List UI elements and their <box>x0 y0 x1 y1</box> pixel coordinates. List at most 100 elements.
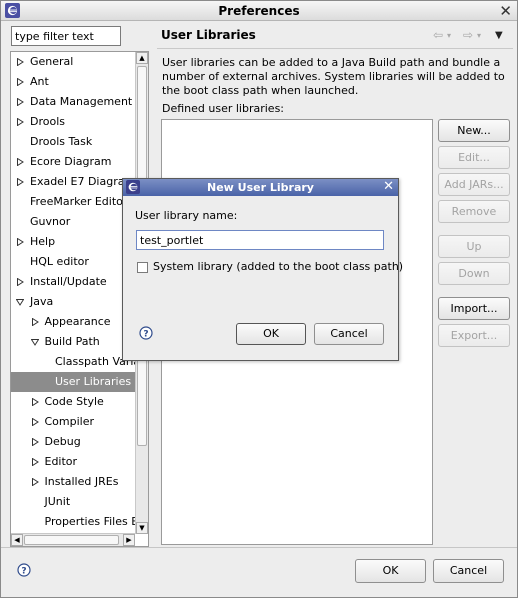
collapsed-arrow-icon[interactable] <box>16 178 24 186</box>
back-arrow-icon[interactable]: ⇦ <box>433 28 443 42</box>
up-button[interactable]: Up <box>438 235 510 258</box>
tree-item[interactable]: Build Path <box>11 332 135 352</box>
tree-item[interactable]: Exadel E7 Diagram <box>11 172 135 192</box>
collapsed-arrow-icon[interactable] <box>31 478 39 486</box>
page-description: User libraries can be added to a Java Bu… <box>162 56 505 97</box>
tree-item[interactable]: Debug <box>11 432 135 452</box>
system-library-checkbox[interactable] <box>137 262 148 273</box>
collapsed-arrow-icon[interactable] <box>16 118 24 126</box>
collapsed-arrow-icon[interactable] <box>16 98 24 106</box>
expanded-arrow-icon[interactable] <box>30 338 39 346</box>
system-library-label[interactable]: System library (added to the boot class … <box>153 260 403 273</box>
import-button[interactable]: Import... <box>438 297 510 320</box>
tree-item[interactable]: Installed JREs <box>11 472 135 492</box>
scroll-right-icon[interactable]: ▶ <box>123 534 135 546</box>
tree-item-label: Build Path <box>44 335 100 348</box>
dialog-ok-button[interactable]: OK <box>236 323 306 345</box>
tree-item-label: Drools Task <box>30 135 93 148</box>
new-button[interactable]: New... <box>438 119 510 142</box>
tree-item-label: User Libraries <box>55 375 132 388</box>
page-title: User Libraries <box>161 28 256 42</box>
library-name-input[interactable] <box>136 230 384 250</box>
view-menu-icon[interactable]: ▼ <box>495 30 503 41</box>
footer-separator <box>1 547 517 548</box>
defined-libraries-label: Defined user libraries: <box>162 102 285 115</box>
tree-item-label: Guvnor <box>30 215 71 228</box>
dialog-title: New User Library <box>207 181 314 194</box>
collapsed-arrow-icon[interactable] <box>31 438 39 446</box>
collapsed-arrow-icon[interactable] <box>31 418 39 426</box>
collapsed-arrow-icon[interactable] <box>16 158 24 166</box>
tree-item-label: Editor <box>44 455 78 468</box>
tree-item-label: FreeMarker Editor <box>30 195 128 208</box>
dialog-titlebar[interactable]: New User Library ✕ <box>123 179 398 196</box>
tree-item[interactable]: User Libraries <box>11 372 135 392</box>
tree-item-label: Debug <box>44 435 81 448</box>
tree-item[interactable]: Compiler <box>11 412 135 432</box>
tree-item-label: Drools <box>30 115 65 128</box>
tree-item[interactable]: Install/Update <box>11 272 135 292</box>
collapsed-arrow-icon[interactable] <box>31 458 39 466</box>
scroll-down-icon[interactable]: ▼ <box>136 522 148 534</box>
tree-item-label: Help <box>30 235 56 248</box>
tree-item-label: Properties Files Editor <box>44 515 136 528</box>
collapsed-arrow-icon[interactable] <box>16 238 24 246</box>
forward-menu-icon[interactable]: ▾ <box>477 31 481 40</box>
collapsed-arrow-icon[interactable] <box>31 318 39 326</box>
add-jars-button[interactable]: Add JARs... <box>438 173 510 196</box>
collapsed-arrow-icon[interactable] <box>16 78 24 86</box>
tree-item[interactable]: Guvnor <box>11 212 135 232</box>
tree-item-label: Code Style <box>44 395 104 408</box>
tree-item[interactable]: Appearance <box>11 312 135 332</box>
tree-item-label: HQL editor <box>30 255 89 268</box>
ok-button[interactable]: OK <box>355 559 426 583</box>
page-navigation: ⇦ ▾ ⇨ ▾ ▼ <box>433 28 511 44</box>
tree-item[interactable]: Properties Files Editor <box>11 512 136 532</box>
preferences-window: Preferences ✕ General Ant Data Management D… <box>0 0 518 598</box>
remove-button[interactable]: Remove <box>438 200 510 223</box>
tree-item-label: JUnit <box>44 495 71 508</box>
tree-item-label: Compiler <box>44 415 95 428</box>
expanded-arrow-icon[interactable] <box>16 298 24 306</box>
tree-item[interactable]: Data Management <box>11 92 135 112</box>
dialog-cancel-button[interactable]: Cancel <box>314 323 384 345</box>
scroll-up-icon[interactable]: ▲ <box>136 52 148 64</box>
dialog-close-icon[interactable]: ✕ <box>383 179 394 194</box>
tree-item-label: Installed JREs <box>44 475 119 488</box>
filter-input[interactable] <box>11 26 121 46</box>
tree-item[interactable]: Classpath Variables <box>11 352 135 372</box>
tree-item[interactable]: Ant <box>11 72 135 92</box>
window-close-icon[interactable]: ✕ <box>499 2 512 20</box>
tree-item[interactable]: HQL editor <box>11 252 135 272</box>
forward-arrow-icon[interactable]: ⇨ <box>463 28 473 42</box>
scroll-left-icon[interactable]: ◀ <box>11 534 23 546</box>
tree-item[interactable]: Code Style <box>11 392 135 412</box>
collapsed-arrow-icon[interactable] <box>16 278 24 286</box>
tree-item[interactable]: Help <box>11 232 135 252</box>
dialog-help-icon[interactable]: ? <box>139 326 153 340</box>
new-user-library-dialog: New User Library ✕ User library name: Sy… <box>122 178 403 361</box>
tree-item[interactable]: Drools Task <box>11 132 135 152</box>
tree-item[interactable]: FreeMarker Editor <box>11 192 135 212</box>
down-button[interactable]: Down <box>438 262 510 285</box>
tree-item[interactable]: Drools <box>11 112 135 132</box>
tree-item[interactable]: Java <box>11 292 135 312</box>
back-menu-icon[interactable]: ▾ <box>447 31 451 40</box>
edit-button[interactable]: Edit... <box>438 146 510 169</box>
export-button[interactable]: Export... <box>438 324 510 347</box>
tree-item-label: Install/Update <box>30 275 107 288</box>
help-icon[interactable]: ? <box>17 563 31 577</box>
tree-item[interactable]: Ecore Diagram <box>11 152 135 172</box>
collapsed-arrow-icon[interactable] <box>16 58 24 66</box>
cancel-button[interactable]: Cancel <box>433 559 504 583</box>
tree-item[interactable]: Editor <box>11 452 135 472</box>
tree-horizontal-scrollbar[interactable]: ◀ ▶ <box>11 533 135 546</box>
tree-item-label: Exadel E7 Diagram <box>30 175 135 188</box>
hscroll-thumb[interactable] <box>24 535 119 545</box>
collapsed-arrow-icon[interactable] <box>31 398 39 406</box>
tree-item[interactable]: JUnit <box>11 492 135 512</box>
tree-item[interactable]: General <box>11 52 135 72</box>
window-titlebar[interactable]: Preferences ✕ <box>1 1 517 21</box>
tree-items: General Ant Data Management Drools Drools Ta… <box>11 52 135 534</box>
tree-item-label: Java <box>30 295 54 308</box>
